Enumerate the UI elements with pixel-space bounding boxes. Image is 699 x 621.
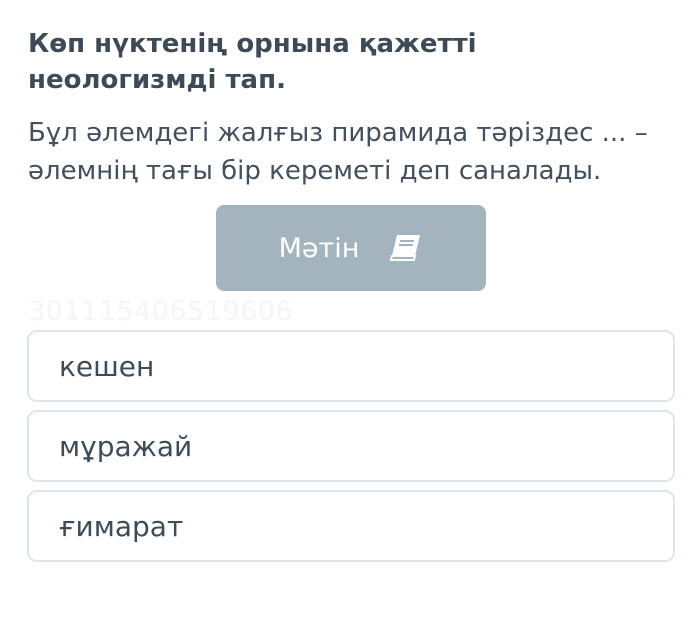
text-button[interactable]: Мәтін [216,205,486,291]
answer-options: кешен мұражай ғимарат [27,330,675,570]
question-prompt: Бұл әлемдегі жалғыз пирамида тәріздес ..… [28,118,648,186]
answer-option[interactable]: мұражай [27,410,675,482]
answer-option[interactable]: кешен [27,330,675,402]
answer-option[interactable]: ғимарат [27,490,675,562]
text-button-label: Мәтін [278,232,360,264]
book-icon [389,233,423,263]
watermark-id: 301115406519606 [28,296,294,327]
question-title: Көп нүктенің орнына қажетті неологизмді … [28,29,477,95]
